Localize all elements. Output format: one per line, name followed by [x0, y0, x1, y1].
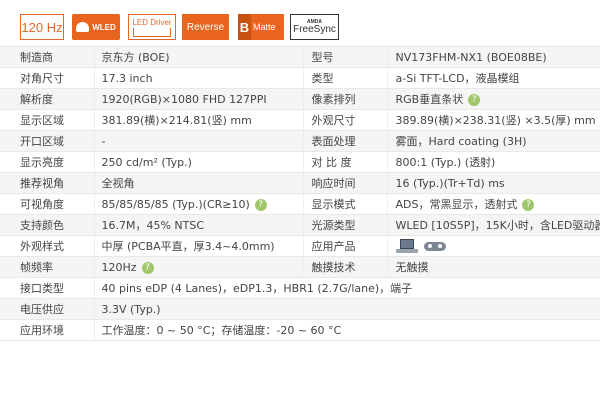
application-icons [386, 235, 600, 257]
spec-label: 接口类型 [0, 277, 94, 299]
spec-label: 可视角度 [0, 193, 94, 215]
reverse-text: Reverse [186, 21, 225, 33]
led-driver-text: LED Driver [132, 17, 172, 27]
spec-value: 16 (Typ.)(Tr+Td) ms [386, 172, 600, 194]
spec-label: 像素排列 [302, 88, 387, 110]
spec-label: 响应时间 [302, 172, 387, 194]
matte-letter: B [238, 14, 251, 40]
wled-text: WLED [92, 22, 116, 32]
spec-label: 应用环境 [0, 319, 94, 341]
help-icon[interactable]: ? [254, 198, 267, 211]
spec-value: 381.89(横)×214.81(竖) mm [93, 109, 303, 131]
spec-value: RGB垂直条状 [395, 93, 464, 106]
spec-value: 120Hz [101, 260, 137, 274]
spec-value: 389.89(横)×238.31(竖) ×3.5(厚) mm [386, 109, 600, 131]
table-row: 接口类型 40 pins eDP (4 Lanes)，eDP1.3，HBR1 (… [0, 277, 600, 299]
spec-value: 无触摸 [386, 256, 600, 278]
spec-value: 16.7M，45% NTSC [93, 214, 303, 236]
driver-icon [133, 27, 171, 37]
spec-label: 外观样式 [0, 235, 94, 257]
spec-value: 3.3V (Typ.) [93, 298, 600, 320]
table-row: 电压供应 3.3V (Typ.) [0, 298, 600, 320]
spec-label: 推荐视角 [0, 172, 94, 194]
spec-value: a-Si TFT-LCD，液晶模组 [386, 67, 600, 89]
spec-value: 雾面，Hard coating (3H) [386, 130, 600, 152]
wled-badge: WLED [72, 14, 120, 40]
help-icon[interactable]: ? [141, 261, 154, 274]
refresh-rate-badge: 120 Hz [20, 14, 64, 40]
spec-value: 全视角 [93, 172, 303, 194]
table-row: 推荐视角 全视角 响应时间 16 (Typ.)(Tr+Td) ms [0, 172, 600, 194]
matte-text: Matte [253, 22, 276, 32]
spec-table: 制造商 京东方 (BOE) 型号 NV173FHM-NX1 (BOE08BE) … [0, 46, 600, 341]
spec-value: 中厚 (PCBA平直，厚3.4~4.0mm) [93, 235, 303, 257]
spec-value: 800:1 (Typ.) (透射) [386, 151, 600, 173]
spec-label: 型号 [302, 46, 387, 68]
reverse-badge: Reverse [182, 14, 229, 40]
table-row: 显示亮度 250 cd/m² (Typ.) 对 比 度 800:1 (Typ.)… [0, 151, 600, 173]
spec-label: 解析度 [0, 88, 94, 110]
table-row: 外观样式 中厚 (PCBA平直，厚3.4~4.0mm) 应用产品 [0, 235, 600, 257]
spec-value-cell: 85/85/85/85 (Typ.)(CR≥10)? [93, 193, 303, 215]
spec-label: 制造商 [0, 46, 94, 68]
spec-value: 1920(RGB)×1080 FHD 127PPI [93, 88, 303, 110]
help-icon[interactable]: ? [468, 94, 481, 106]
spec-label: 外观尺寸 [302, 109, 387, 131]
table-row: 开口区域 - 表面处理 雾面，Hard coating (3H) [0, 130, 600, 152]
spec-label: 光源类型 [302, 214, 387, 236]
gamepad-icon [423, 239, 446, 253]
spec-label: 表面处理 [302, 130, 387, 152]
table-row: 应用环境 工作温度：0 ~ 50 °C；存储温度：-20 ~ 60 °C [0, 319, 600, 341]
laptop-icon [395, 238, 418, 254]
table-row: 制造商 京东方 (BOE) 型号 NV173FHM-NX1 (BOE08BE) [0, 46, 600, 68]
freesync-badge: AMDA FreeSync [290, 14, 339, 40]
spec-label: 对角尺寸 [0, 67, 94, 89]
spec-value-cell: RGB垂直条状? [386, 88, 600, 110]
spec-value: 85/85/85/85 (Typ.)(CR≥10) [101, 197, 250, 211]
feature-badges: 120 Hz WLED LED Driver Reverse B Matte AM… [0, 0, 600, 44]
freesync-text: FreeSync [293, 24, 336, 35]
spec-label: 类型 [302, 67, 387, 89]
refresh-rate-text: 120 Hz [21, 19, 63, 35]
spec-value: 250 cd/m² (Typ.) [93, 151, 303, 173]
spec-value: 40 pins eDP (4 Lanes)，eDP1.3，HBR1 (2.7G/… [93, 277, 600, 299]
led-icon [76, 22, 90, 32]
table-row: 支持颜色 16.7M，45% NTSC 光源类型 WLED [10S5P]，15… [0, 214, 600, 236]
table-row: 显示区域 381.89(横)×214.81(竖) mm 外观尺寸 389.89(… [0, 109, 600, 131]
table-row: 解析度 1920(RGB)×1080 FHD 127PPI 像素排列 RGB垂直… [0, 88, 600, 110]
spec-label: 应用产品 [302, 235, 387, 257]
spec-label: 帧频率 [0, 256, 94, 278]
table-row: 可视角度 85/85/85/85 (Typ.)(CR≥10)? 显示模式 ADS… [0, 193, 600, 215]
spec-label: 电压供应 [0, 298, 94, 320]
spec-value: 17.3 inch [93, 67, 303, 89]
spec-label: 显示区域 [0, 109, 94, 131]
led-driver-badge: LED Driver [128, 14, 176, 40]
spec-label: 对 比 度 [302, 151, 387, 173]
table-row: 对角尺寸 17.3 inch 类型 a-Si TFT-LCD，液晶模组 [0, 67, 600, 89]
table-row: 帧频率 120Hz? 触摸技术 无触摸 [0, 256, 600, 278]
spec-value: WLED [10S5P]，15K小时，含LED驱动器 [386, 214, 600, 236]
matte-badge: B Matte [238, 14, 284, 40]
spec-label: 触摸技术 [302, 256, 387, 278]
spec-label: 开口区域 [0, 130, 94, 152]
help-icon[interactable]: ? [522, 199, 535, 211]
spec-value-cell: ADS，常黑显示，透射式? [386, 193, 600, 215]
spec-label: 显示亮度 [0, 151, 94, 173]
spec-value: 京东方 (BOE) [93, 46, 303, 68]
spec-value: - [93, 130, 303, 152]
spec-value-cell: 120Hz? [93, 256, 303, 278]
spec-value: NV173FHM-NX1 (BOE08BE) [386, 46, 600, 68]
spec-label: 支持颜色 [0, 214, 94, 236]
spec-value: 工作温度：0 ~ 50 °C；存储温度：-20 ~ 60 °C [93, 319, 600, 341]
spec-value: ADS，常黑显示，透射式 [395, 198, 518, 211]
spec-label: 显示模式 [302, 193, 387, 215]
